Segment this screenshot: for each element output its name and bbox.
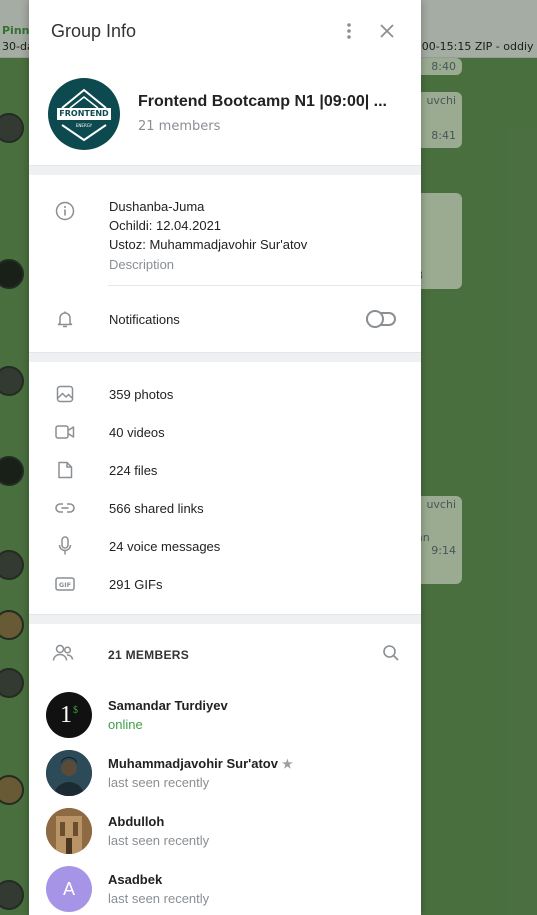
member-info: Asadbek last seen recently bbox=[108, 872, 209, 906]
link-icon bbox=[55, 498, 75, 518]
toggle-knob bbox=[366, 310, 384, 328]
section-divider bbox=[29, 165, 421, 175]
description-line: Ochildi: 12.04.2021 bbox=[109, 218, 222, 233]
group-name: Frontend Bootcamp N1 |09:00| ... bbox=[138, 93, 387, 110]
member-name: Samandar Turdiyev bbox=[108, 698, 228, 713]
person-photo-icon bbox=[46, 750, 92, 796]
microphone-icon bbox=[55, 536, 75, 556]
admin-star-icon: ★ bbox=[281, 756, 293, 771]
avatar: A bbox=[46, 866, 92, 912]
avatar bbox=[46, 808, 92, 854]
member-info: Muhammadjavohir Sur'atov ★ last seen rec… bbox=[108, 756, 293, 790]
media-row-photos[interactable]: 359 photos bbox=[29, 375, 421, 413]
description-text: Dushanba-Juma Ochildi: 12.04.2021 Ustoz:… bbox=[109, 197, 307, 274]
photo-icon bbox=[55, 384, 75, 404]
media-label: 24 voice messages bbox=[109, 538, 221, 554]
avatar-letter: 1 bbox=[60, 701, 72, 728]
group-logo-subtext: ENERGY bbox=[75, 122, 93, 128]
avatar: 1 $ bbox=[46, 692, 92, 738]
description-line: Ustoz: Muhammadjavohir Sur'atov bbox=[109, 237, 308, 252]
description-line: Dushanba-Juma bbox=[109, 199, 205, 214]
group-members-count: 21 members bbox=[138, 119, 221, 134]
media-label: 291 GIFs bbox=[109, 576, 163, 592]
member-status: online bbox=[108, 717, 143, 732]
member-status: last seen recently bbox=[108, 775, 210, 790]
media-row-gifs[interactable]: GIF 291 GIFs bbox=[29, 565, 421, 603]
member-info: Samandar Turdiyev online bbox=[108, 698, 228, 732]
member-item[interactable]: Muhammadjavohir Sur'atov ★ last seen rec… bbox=[29, 744, 421, 802]
group-avatar[interactable]: FRONTEND ENERGY bbox=[48, 77, 120, 150]
media-label: 359 photos bbox=[109, 386, 174, 402]
member-name: Muhammadjavohir Sur'atov bbox=[108, 756, 278, 771]
group-logo-text: FRONTEND bbox=[59, 108, 109, 118]
member-item[interactable]: A Asadbek last seen recently bbox=[29, 860, 421, 915]
media-row-links[interactable]: 566 shared links bbox=[29, 489, 421, 527]
member-info: Abdulloh last seen recently bbox=[108, 814, 209, 848]
notifications-label: Notifications bbox=[109, 311, 180, 327]
panel-title: Group Info bbox=[51, 20, 137, 41]
members-section: 21 MEMBERS 1 $ Samandar Turdiyev online … bbox=[29, 624, 421, 915]
avatar-letter: A bbox=[62, 878, 75, 899]
description-label: Description bbox=[109, 257, 175, 272]
member-status: last seen recently bbox=[108, 833, 210, 848]
group-description[interactable]: Dushanba-Juma Ochildi: 12.04.2021 Ustoz:… bbox=[29, 197, 421, 274]
member-status: last seen recently bbox=[108, 891, 210, 906]
media-label: 224 files bbox=[109, 462, 158, 478]
member-name: Asadbek bbox=[108, 872, 163, 887]
group-meta: Frontend Bootcamp N1 |09:00| ... 21 memb… bbox=[138, 93, 387, 134]
media-label: 40 videos bbox=[109, 424, 165, 440]
group-info-section: Dushanba-Juma Ochildi: 12.04.2021 Ustoz:… bbox=[29, 175, 421, 352]
info-icon bbox=[55, 201, 75, 221]
shared-media-section: 359 photos 40 videos 224 files 566 share… bbox=[29, 362, 421, 614]
panel-header: Group Info bbox=[29, 0, 421, 62]
media-row-voice[interactable]: 24 voice messages bbox=[29, 527, 421, 565]
media-label: 566 shared links bbox=[109, 500, 204, 516]
group-info-panel: Group Info FRONTEND ENERGY Frontend Boot… bbox=[29, 0, 421, 915]
media-row-videos[interactable]: 40 videos bbox=[29, 413, 421, 451]
svg-text:GIF: GIF bbox=[59, 581, 71, 589]
file-icon bbox=[55, 460, 75, 480]
bell-icon bbox=[55, 309, 75, 329]
close-icon[interactable] bbox=[375, 19, 399, 43]
section-divider bbox=[29, 352, 421, 362]
notifications-toggle[interactable] bbox=[366, 310, 396, 328]
member-name-row: Muhammadjavohir Sur'atov ★ bbox=[108, 756, 293, 771]
avatar bbox=[46, 750, 92, 796]
section-divider bbox=[29, 614, 421, 624]
members-title: 21 MEMBERS bbox=[108, 648, 190, 662]
gif-icon: GIF bbox=[55, 574, 75, 594]
group-summary: FRONTEND ENERGY Frontend Bootcamp N1 |09… bbox=[29, 62, 421, 165]
search-icon[interactable] bbox=[382, 644, 400, 666]
dollar-icon: $ bbox=[73, 704, 78, 716]
more-vertical-icon[interactable] bbox=[337, 19, 361, 43]
member-item[interactable]: Abdulloh last seen recently bbox=[29, 802, 421, 860]
video-icon bbox=[55, 422, 75, 442]
building-photo-icon bbox=[46, 808, 92, 854]
members-header: 21 MEMBERS bbox=[29, 624, 421, 686]
member-item[interactable]: 1 $ Samandar Turdiyev online bbox=[29, 686, 421, 744]
members-group-icon bbox=[52, 644, 74, 666]
member-name: Abdulloh bbox=[108, 814, 165, 829]
notifications-row[interactable]: Notifications bbox=[29, 286, 421, 352]
media-row-files[interactable]: 224 files bbox=[29, 451, 421, 489]
